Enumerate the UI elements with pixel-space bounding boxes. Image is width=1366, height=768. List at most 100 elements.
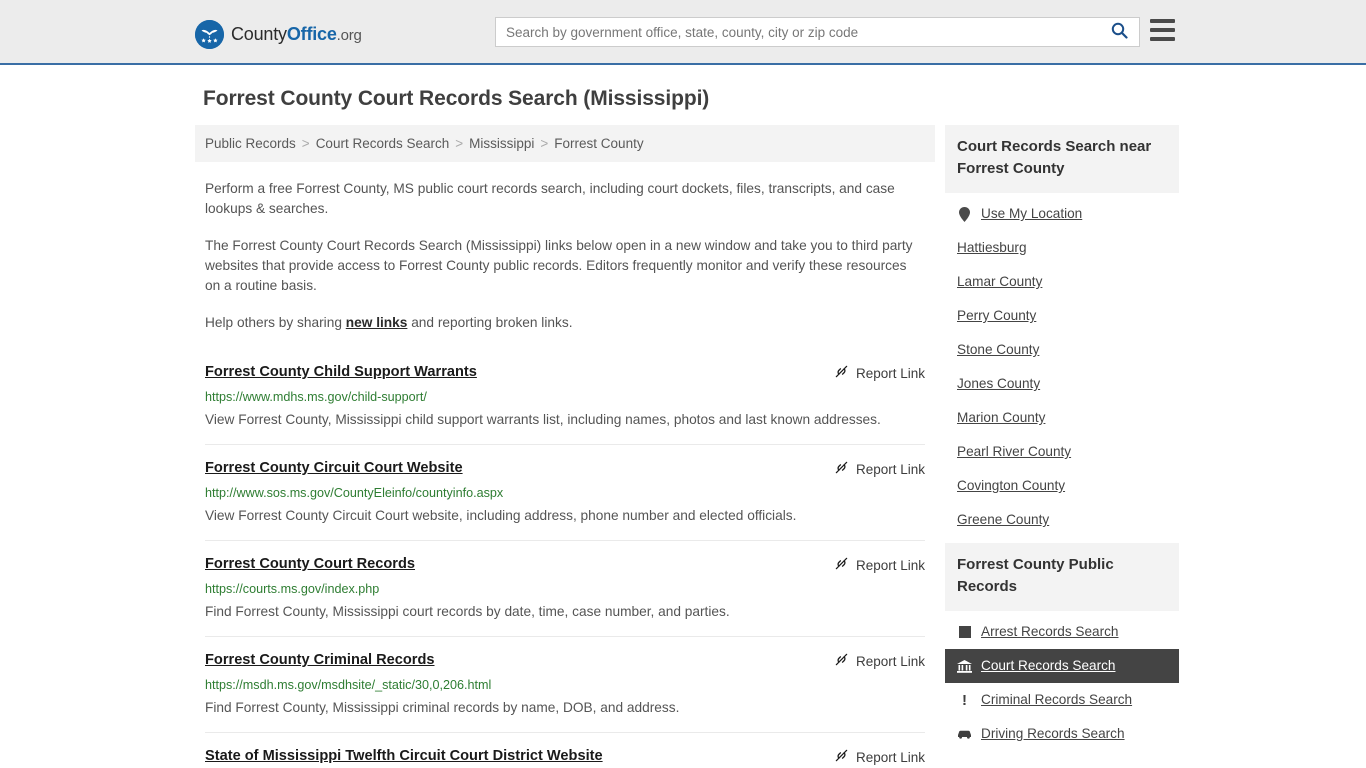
- sidebar-item-label: Court Records Search: [981, 658, 1116, 673]
- result-header: Forrest County Circuit Court Website Rep…: [205, 459, 925, 478]
- result-item: Forrest County Court Records Report Link…: [205, 541, 925, 637]
- sidebar-item-perry-county[interactable]: Perry County: [945, 299, 1179, 333]
- sidebar-item-arrest-records-search[interactable]: Arrest Records Search: [945, 615, 1179, 649]
- sidebar-item-court-records-search[interactable]: Court Records Search: [945, 649, 1179, 683]
- search-input[interactable]: [496, 18, 1099, 46]
- sidebar-item-label: Marion County: [957, 410, 1046, 425]
- page-title: Forrest County Court Records Search (Mis…: [203, 87, 710, 110]
- logo-text-org: .org: [336, 27, 362, 44]
- result-item: Forrest County Criminal Records Report L…: [205, 637, 925, 733]
- list-item: Perry County: [945, 299, 1179, 333]
- sidebar-item-label: Covington County: [957, 478, 1066, 493]
- sidebar-item-label: Criminal Records Search: [981, 692, 1133, 707]
- map-pin-icon: [957, 206, 972, 222]
- sidebar-nearby-list: Use My Location Hattiesburg Lamar County: [945, 193, 1179, 537]
- breadcrumb-separator: >: [455, 136, 464, 151]
- sidebar-nearby-heading: Court Records Search near Forrest County: [945, 125, 1179, 193]
- logo-text-office: Office: [286, 24, 337, 44]
- sidebar: Court Records Search near Forrest County…: [945, 125, 1179, 757]
- report-link-button[interactable]: Report Link: [834, 651, 925, 670]
- sidebar-nearby-box: Court Records Search near Forrest County…: [945, 125, 1179, 537]
- list-item: Pearl River County: [945, 435, 1179, 469]
- result-title-link[interactable]: Forrest County Court Records: [205, 555, 427, 573]
- report-link-button[interactable]: Report Link: [834, 459, 925, 478]
- result-url: https://courts.ms.gov/index.php: [205, 582, 380, 596]
- broken-link-icon: [834, 748, 849, 766]
- result-item: Forrest County Circuit Court Website Rep…: [205, 445, 925, 541]
- intro-paragraph-3: Help others by sharing new links and rep…: [205, 313, 925, 333]
- result-url: https://www.mdhs.ms.gov/child-support/: [205, 390, 427, 404]
- sidebar-item-lamar-county[interactable]: Lamar County: [945, 265, 1179, 299]
- sidebar-item-covington-county[interactable]: Covington County: [945, 469, 1179, 503]
- sidebar-item-use-my-location[interactable]: Use My Location: [945, 197, 1179, 231]
- car-icon: [957, 727, 972, 742]
- breadcrumb-separator: >: [540, 136, 549, 151]
- result-title-link[interactable]: Forrest County Child Support Warrants: [205, 363, 489, 381]
- broken-link-icon: [834, 364, 849, 382]
- site-header: CountyOffice.org: [0, 0, 1366, 65]
- list-item: Driving Records Search: [945, 717, 1179, 751]
- search-icon: [1111, 22, 1128, 42]
- hamburger-menu-icon[interactable]: [1150, 19, 1175, 41]
- result-title-link[interactable]: State of Mississippi Twelfth Circuit Cou…: [205, 747, 615, 765]
- broken-link-icon: [834, 460, 849, 478]
- square-icon: [957, 625, 972, 640]
- breadcrumb-item-court-records-search[interactable]: Court Records Search: [316, 136, 450, 151]
- sidebar-item-label: Hattiesburg: [957, 240, 1027, 255]
- site-logo[interactable]: CountyOffice.org: [195, 20, 362, 49]
- sidebar-item-driving-records-search[interactable]: Driving Records Search: [945, 717, 1179, 751]
- sidebar-item-criminal-records-search[interactable]: ! Criminal Records Search: [945, 683, 1179, 717]
- breadcrumb-separator: >: [301, 136, 310, 151]
- sidebar-item-marion-county[interactable]: Marion County: [945, 401, 1179, 435]
- sidebar-item-label: Perry County: [957, 308, 1037, 323]
- intro-p3-after: and reporting broken links.: [407, 315, 573, 330]
- sidebar-public-records-heading: Forrest County Public Records: [945, 543, 1179, 611]
- list-item: Jones County: [945, 367, 1179, 401]
- report-link-button[interactable]: Report Link: [834, 747, 925, 766]
- search-button[interactable]: [1099, 18, 1139, 46]
- content-row: Public Records > Court Records Search > …: [195, 125, 1179, 768]
- result-description: View Forrest County, Mississippi child s…: [205, 412, 881, 427]
- new-links-link[interactable]: new links: [346, 315, 408, 330]
- intro-paragraph-1: Perform a free Forrest County, MS public…: [205, 181, 895, 216]
- intro-paragraph-2: The Forrest County Court Records Search …: [205, 238, 913, 293]
- list-item: Arrest Records Search: [945, 615, 1179, 649]
- sidebar-item-label: Arrest Records Search: [981, 624, 1119, 639]
- sidebar-item-hattiesburg[interactable]: Hattiesburg: [945, 231, 1179, 265]
- sidebar-item-stone-county[interactable]: Stone County: [945, 333, 1179, 367]
- breadcrumb-item-public-records[interactable]: Public Records: [205, 136, 296, 151]
- search-bar[interactable]: [495, 17, 1140, 47]
- result-title-link[interactable]: Forrest County Circuit Court Website: [205, 459, 475, 477]
- list-item: Covington County: [945, 469, 1179, 503]
- list-item: Court Records Search: [945, 649, 1179, 683]
- report-link-label: Report Link: [855, 653, 925, 669]
- breadcrumb-item-forrest-county[interactable]: Forrest County: [554, 136, 643, 151]
- courthouse-icon: [957, 659, 972, 674]
- report-link-label: Report Link: [855, 365, 925, 381]
- report-link-label: Report Link: [855, 557, 925, 573]
- sidebar-public-records-list: Arrest Records Search Court Records Sear…: [945, 611, 1179, 751]
- sidebar-item-label: Jones County: [957, 376, 1041, 391]
- results-list: Forrest County Child Support Warrants Re…: [195, 349, 935, 768]
- sidebar-item-label: Use My Location: [981, 206, 1083, 221]
- sidebar-item-jones-county[interactable]: Jones County: [945, 367, 1179, 401]
- sidebar-item-label: Driving Records Search: [981, 726, 1125, 741]
- result-url: http://www.sos.ms.gov/CountyEleinfo/coun…: [205, 486, 504, 500]
- report-link-button[interactable]: Report Link: [834, 363, 925, 382]
- intro-p3-before: Help others by sharing: [205, 315, 346, 330]
- result-header: Forrest County Criminal Records Report L…: [205, 651, 925, 670]
- broken-link-icon: [834, 556, 849, 574]
- result-description: View Forrest County Circuit Court websit…: [205, 508, 797, 523]
- report-link-button[interactable]: Report Link: [834, 555, 925, 574]
- broken-link-icon: [834, 652, 849, 670]
- result-header: Forrest County Child Support Warrants Re…: [205, 363, 925, 382]
- sidebar-item-greene-county[interactable]: Greene County: [945, 503, 1179, 537]
- sidebar-item-label: Lamar County: [957, 274, 1043, 289]
- breadcrumb-item-mississippi[interactable]: Mississippi: [469, 136, 534, 151]
- sidebar-item-label: Greene County: [957, 512, 1050, 527]
- list-item: Use My Location: [945, 197, 1179, 231]
- result-title-link[interactable]: Forrest County Criminal Records: [205, 651, 447, 669]
- result-header: State of Mississippi Twelfth Circuit Cou…: [205, 747, 925, 766]
- exclamation-icon: !: [962, 691, 967, 709]
- sidebar-item-pearl-river-county[interactable]: Pearl River County: [945, 435, 1179, 469]
